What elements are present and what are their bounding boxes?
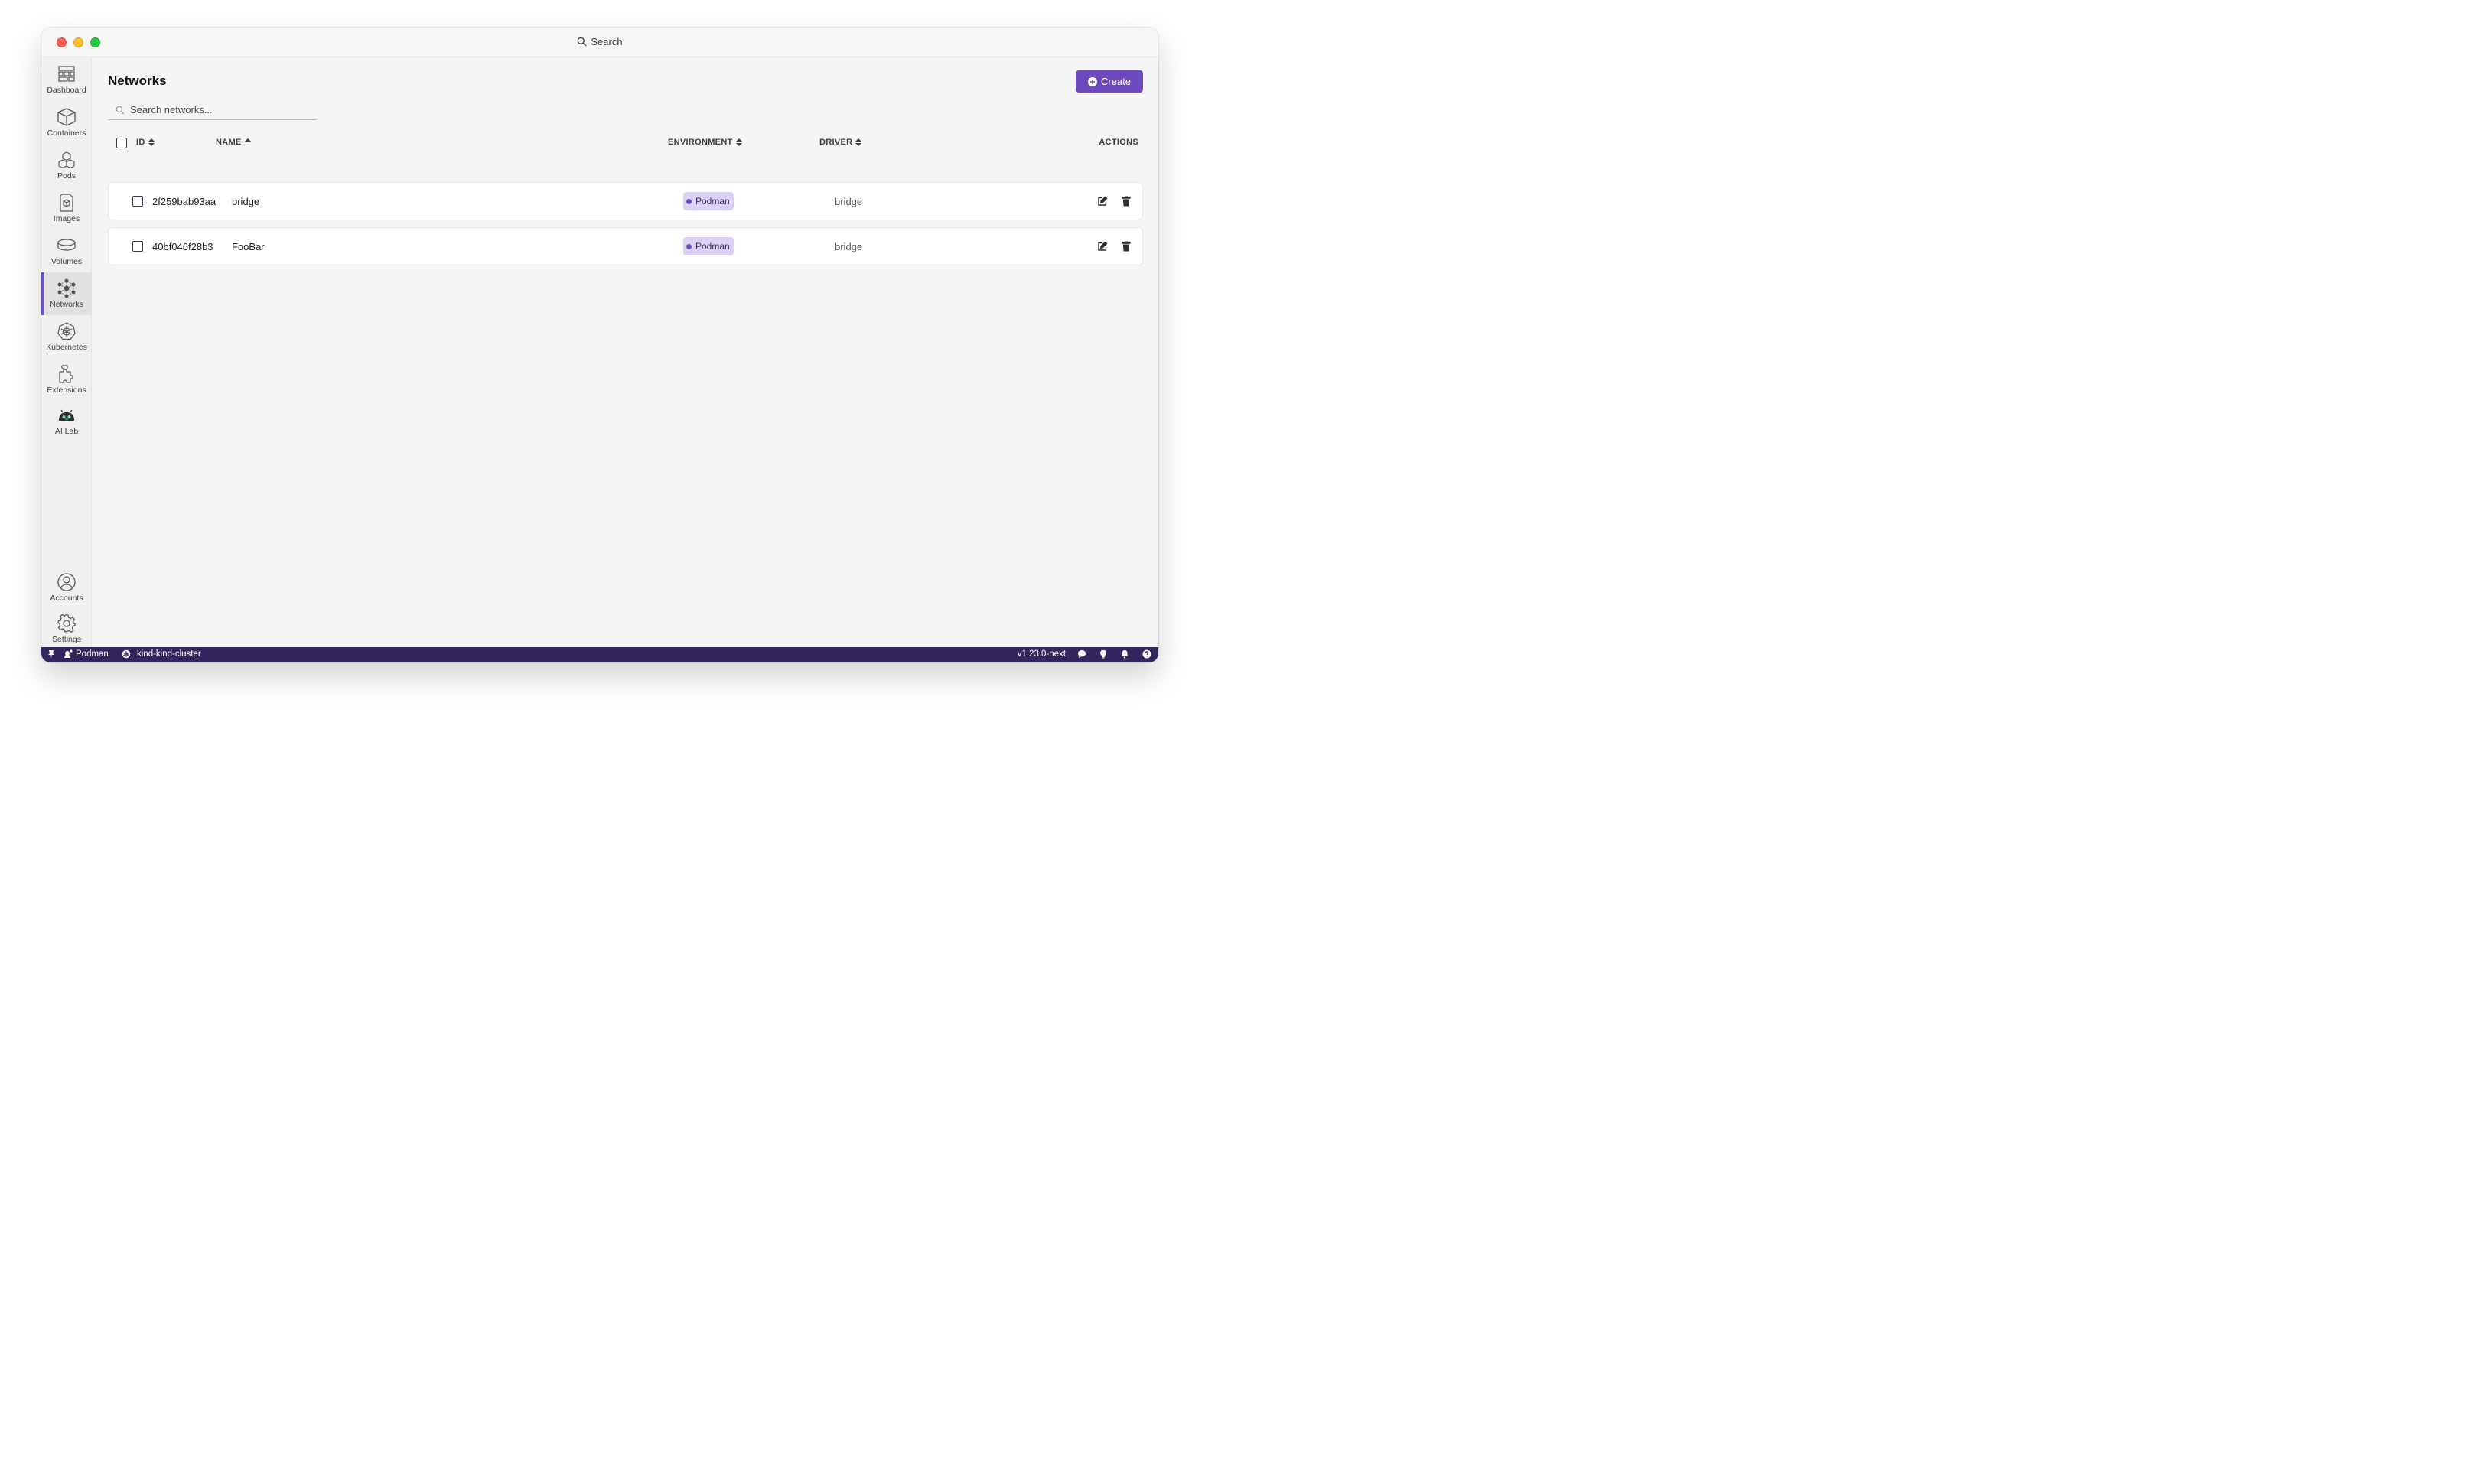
column-header-actions: ACTIONS — [1099, 138, 1138, 147]
sidebar: Dashboard Containers Pods Images Volumes — [41, 58, 92, 647]
create-network-button[interactable]: Create — [1076, 70, 1143, 93]
plus-circle-icon — [1087, 76, 1097, 86]
sidebar-item-accounts[interactable]: Accounts — [41, 566, 92, 609]
page-title: Networks — [108, 73, 167, 88]
status-dot — [686, 243, 692, 249]
sidebar-item-networks[interactable]: Networks — [41, 272, 92, 315]
column-header-id[interactable]: ID — [136, 138, 155, 147]
environment-label: Podman — [695, 196, 730, 207]
column-header-name[interactable]: NAME — [216, 138, 251, 147]
sidebar-item-images[interactable]: Images — [41, 187, 92, 229]
sidebar-item-label: Extensions — [47, 386, 86, 395]
table-row[interactable]: 40bf046f28b3 FooBar Podman bridge — [108, 227, 1143, 265]
column-header-environment[interactable]: ENVIRONMENT — [668, 138, 742, 147]
column-header-driver[interactable]: DRIVER — [819, 138, 862, 147]
sidebar-item-label: Networks — [50, 300, 83, 309]
pods-icon — [57, 150, 77, 170]
sidebar-item-label: Containers — [47, 129, 86, 138]
column-label: DRIVER — [819, 138, 853, 147]
gear-icon — [57, 613, 77, 633]
sidebar-item-label: Pods — [57, 171, 76, 181]
row-checkbox[interactable] — [132, 241, 143, 252]
trash-icon[interactable] — [1121, 196, 1132, 207]
context-label: kind-kind-cluster — [137, 649, 201, 659]
sort-icon — [735, 138, 742, 146]
account-icon — [57, 572, 77, 592]
sidebar-item-label: Dashboard — [47, 86, 86, 95]
column-label: NAME — [216, 138, 242, 147]
search-networks-input[interactable] — [130, 104, 314, 116]
network-name[interactable]: bridge — [232, 196, 259, 207]
pin-icon[interactable] — [47, 649, 56, 659]
sidebar-item-label: Accounts — [50, 594, 83, 603]
kubernetes-icon — [57, 321, 77, 341]
sidebar-item-label: Volumes — [50, 257, 83, 266]
select-all-checkbox[interactable] — [116, 138, 127, 148]
title-search-label: Search — [591, 36, 623, 47]
sidebar-item-label: Settings — [52, 635, 81, 644]
sort-ascending-icon — [244, 138, 251, 146]
network-name[interactable]: FooBar — [232, 241, 265, 252]
edit-icon[interactable] — [1097, 241, 1108, 252]
main-content: Networks Create ID NAME — [93, 58, 1158, 647]
network-driver: bridge — [835, 196, 863, 207]
sidebar-item-dashboard[interactable]: Dashboard — [41, 58, 92, 101]
environment-badge: Podman — [683, 237, 734, 255]
image-icon — [57, 193, 77, 213]
sidebar-item-ai-lab[interactable]: AI Lab — [41, 399, 92, 442]
volume-icon — [57, 236, 77, 255]
box-icon — [57, 107, 77, 127]
column-label: ACTIONS — [1099, 138, 1138, 147]
sidebar-item-volumes[interactable]: Volumes — [41, 229, 92, 272]
status-bar: Podman kind-kind-cluster v1.23.0-next — [41, 647, 1158, 662]
feedback-icon[interactable] — [1077, 649, 1086, 659]
title-bar: Search — [41, 28, 1158, 57]
kubernetes-icon — [122, 649, 131, 659]
ai-lab-icon — [57, 405, 77, 425]
table-row[interactable]: 2f259bab93aa bridge Podman bridge — [108, 182, 1143, 220]
sidebar-item-extensions[interactable]: Extensions — [41, 358, 92, 401]
engine-label: Podman — [76, 649, 109, 659]
title-search[interactable]: Search — [41, 36, 1158, 47]
trash-icon[interactable] — [1121, 241, 1132, 252]
sidebar-item-kubernetes[interactable]: Kubernetes — [41, 315, 92, 358]
environment-badge: Podman — [683, 192, 734, 210]
dashboard-icon — [57, 64, 77, 84]
row-checkbox[interactable] — [132, 196, 143, 207]
sidebar-item-containers[interactable]: Containers — [41, 101, 92, 144]
version-label[interactable]: v1.23.0-next — [1018, 649, 1066, 659]
network-driver: bridge — [835, 241, 863, 252]
sort-icon — [148, 138, 155, 146]
podman-icon — [64, 649, 73, 659]
puzzle-icon — [57, 364, 77, 384]
network-id: 40bf046f28b3 — [152, 241, 213, 252]
engine-status[interactable]: Podman — [64, 649, 109, 659]
environment-label: Podman — [695, 241, 730, 252]
sidebar-item-pods[interactable]: Pods — [41, 144, 92, 187]
help-icon[interactable] — [1142, 649, 1151, 659]
sidebar-item-label: Images — [53, 214, 80, 223]
status-dot — [686, 198, 692, 204]
network-id: 2f259bab93aa — [152, 196, 217, 207]
network-search — [108, 100, 317, 120]
table-header: ID NAME ENVIRONMENT DRIVER ACTIONS — [108, 135, 1143, 151]
sidebar-item-label: Kubernetes — [46, 343, 87, 352]
column-label: ID — [136, 138, 145, 147]
edit-icon[interactable] — [1097, 196, 1108, 207]
network-icon — [57, 278, 77, 298]
app-window: Search Dashboard Containers Pods Images … — [41, 28, 1158, 662]
column-label: ENVIRONMENT — [668, 138, 733, 147]
lightbulb-icon[interactable] — [1099, 649, 1108, 659]
bell-icon[interactable] — [1120, 649, 1129, 659]
create-button-label: Create — [1100, 76, 1132, 87]
search-icon — [577, 37, 587, 47]
sidebar-item-label: AI Lab — [54, 427, 79, 436]
sort-icon — [855, 138, 862, 146]
search-icon — [116, 106, 125, 115]
kubernetes-context[interactable]: kind-kind-cluster — [122, 649, 201, 659]
sidebar-item-settings[interactable]: Settings — [41, 607, 92, 650]
